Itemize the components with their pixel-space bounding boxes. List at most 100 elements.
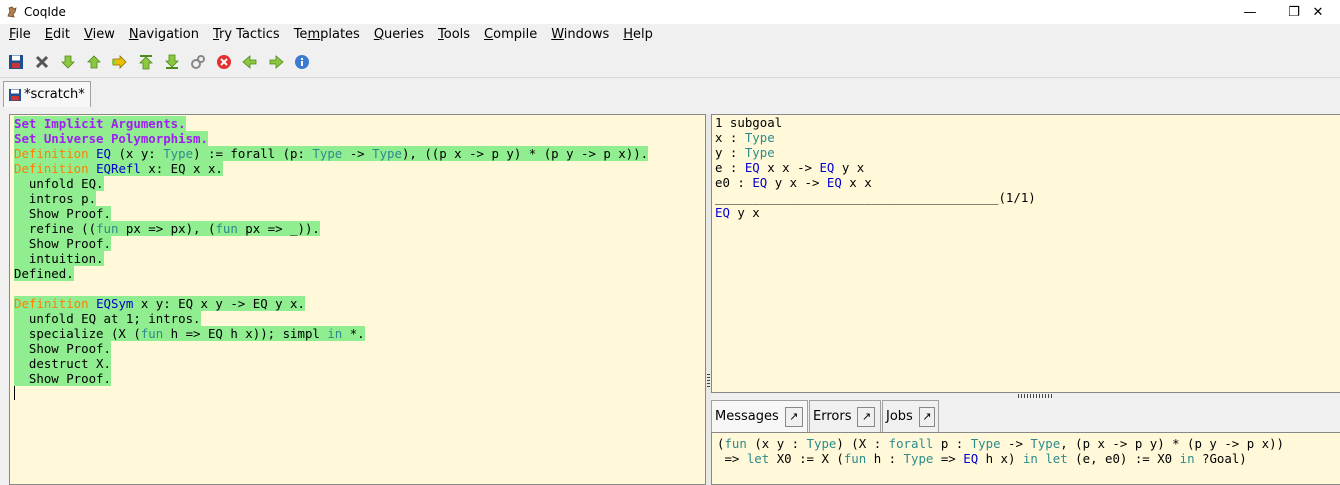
forward-one-icon[interactable] [58, 52, 78, 72]
code-line: Set Implicit Arguments. [14, 116, 705, 131]
code-token: Type [163, 146, 194, 161]
code-token: Type [970, 436, 1001, 451]
detach-icon[interactable]: ↗ [857, 406, 876, 427]
compute-icon[interactable] [188, 52, 208, 72]
code-token: EQ [963, 451, 979, 466]
code-token: specialize (X ( [14, 326, 141, 341]
code-token: Show Proof. [14, 371, 111, 386]
go-to-cursor-icon[interactable] [110, 52, 130, 72]
code-token: let [746, 451, 770, 466]
code-token: (e, e0) := X0 [1067, 451, 1180, 466]
message-tab-bar: Messages ↗ Errors ↗ Jobs ↗ [711, 399, 1340, 432]
menu-tools[interactable]: Tools [431, 24, 477, 46]
code-token: 1 subgoal [715, 115, 783, 130]
detach-icon[interactable]: ↗ [784, 406, 803, 427]
panel-resize-grip[interactable] [1018, 394, 1052, 398]
interrupt-icon[interactable] [214, 52, 234, 72]
code-line: ______________________________________(1… [715, 190, 1340, 205]
code-token: fun [215, 221, 238, 236]
code-line: Defined. [14, 266, 705, 281]
code-token: x : [715, 130, 745, 145]
detach-icon[interactable]: ↗ [918, 406, 935, 427]
code-token: x y: EQ x y -> EQ y x. [133, 296, 305, 311]
menu-file[interactable]: File [2, 24, 38, 46]
menu-templates[interactable]: Templates [287, 24, 367, 46]
tab-label: Messages [715, 409, 779, 424]
code-token: Type [744, 130, 775, 145]
minimize-button[interactable]: — [1228, 0, 1272, 24]
code-token: Show Proof. [14, 206, 111, 221]
close-icon[interactable] [32, 52, 52, 72]
code-token: x x [841, 175, 872, 190]
script-editor[interactable]: Set Implicit Arguments. Set Universe Poly… [9, 114, 706, 485]
code-token: Type [1030, 436, 1061, 451]
save-icon[interactable] [6, 52, 26, 72]
code-token: y : [715, 145, 745, 160]
menu-windows[interactable]: Windows [544, 24, 616, 46]
code-token: Definition [14, 161, 89, 176]
code-token: fun [724, 436, 747, 451]
messages-panel: (fun (x y : Type) (X : forall p : Type -… [711, 432, 1340, 485]
menu-help[interactable]: Help [616, 24, 660, 46]
code-line: intuition. [14, 251, 705, 266]
code-token: EQ [752, 175, 768, 190]
menu-try-tactics[interactable]: Try Tactics [206, 24, 287, 46]
code-token: fun [140, 326, 164, 341]
code-token: x x -> [759, 160, 820, 175]
code-line: unfold EQ. [14, 176, 705, 191]
tab-errors[interactable]: Errors ↗ [809, 400, 881, 432]
restart-icon[interactable] [136, 52, 156, 72]
code-line: => let X0 := X (fun h : Type => EQ h x) … [717, 451, 1340, 466]
code-line: Show Proof. [14, 236, 705, 251]
code-token: y x [729, 205, 760, 220]
tab-jobs[interactable]: Jobs ↗ [882, 400, 939, 432]
tab-scratch[interactable]: *scratch* [3, 81, 91, 107]
backward-one-icon[interactable] [84, 52, 104, 72]
code-token: Type [372, 146, 402, 161]
menu-view[interactable]: View [77, 24, 122, 46]
code-token: px => _)). [237, 221, 320, 236]
document-tab-bar: *scratch* [0, 79, 1340, 107]
code-token: y x -> [767, 175, 827, 190]
menu-navigation[interactable]: Navigation [122, 24, 206, 46]
code-token: e0 : [715, 175, 753, 190]
code-token: h : [866, 451, 904, 466]
code-token: ) (X : [836, 436, 889, 451]
tab-label: Jobs [886, 409, 913, 424]
menu-queries[interactable]: Queries [367, 24, 431, 46]
close-window-button[interactable]: ✕ [1296, 0, 1340, 24]
code-token: Definition [14, 296, 89, 311]
code-line: 1 subgoal [715, 115, 1340, 130]
pane-divider-grip[interactable] [707, 374, 710, 388]
code-line: Show Proof. [14, 341, 705, 356]
next-icon[interactable] [266, 52, 286, 72]
code-token: EQSym [88, 296, 134, 311]
code-line: Show Proof. [14, 206, 705, 221]
code-line: unfold EQ at 1; intros. [14, 311, 705, 326]
code-token: intros p. [14, 191, 97, 206]
code-line: Definition EQ (x y: Type) := forall (p: … [14, 146, 705, 161]
code-token: refine (( [14, 221, 97, 236]
code-token: ?Goal) [1194, 451, 1247, 466]
code-line: (fun (x y : Type) (X : forall p : Type -… [717, 436, 1340, 451]
code-token: Definition [14, 146, 89, 161]
code-token: p : [933, 436, 971, 451]
code-token: Set Implicit Arguments. [14, 116, 186, 131]
tab-messages[interactable]: Messages ↗ [711, 400, 808, 432]
code-line: specialize (X (fun h => EQ h x)); simpl … [14, 326, 705, 341]
menu-compile[interactable]: Compile [477, 24, 544, 46]
previous-icon[interactable] [240, 52, 260, 72]
code-token: px => px), ( [118, 221, 216, 236]
code-token: EQ [88, 146, 119, 161]
code-token: -> [1000, 436, 1031, 451]
code-line: y : Type [715, 145, 1340, 160]
code-token: *. [342, 326, 365, 341]
messages-text: (fun (x y : Type) (X : forall p : Type -… [712, 433, 1340, 466]
script-text[interactable]: Set Implicit Arguments. Set Universe Poly… [10, 115, 705, 401]
code-token: Set Universe Polymorphism. [14, 131, 208, 146]
menu-edit[interactable]: Edit [38, 24, 77, 46]
about-icon[interactable] [292, 52, 312, 72]
code-token: Show Proof. [14, 341, 111, 356]
title-bar: CoqIde — ❐ ✕ [0, 0, 1340, 24]
go-to-end-icon[interactable] [162, 52, 182, 72]
